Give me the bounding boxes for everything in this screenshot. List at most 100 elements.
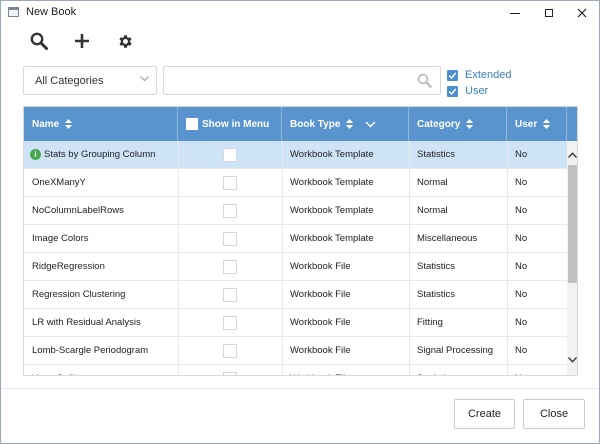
window-title: New Book	[26, 6, 77, 18]
show-in-menu-checkbox[interactable]	[223, 371, 237, 375]
cell-book-type: Workbook File	[290, 345, 351, 356]
column-header-label: Name	[32, 118, 60, 130]
cell-user: No	[515, 289, 528, 300]
show-in-menu-checkbox[interactable]	[223, 287, 237, 302]
close-window-button[interactable]	[567, 1, 597, 25]
minimize-button[interactable]	[500, 1, 530, 25]
title-bar: New Book	[1, 1, 599, 25]
extended-label: Extended	[465, 69, 512, 81]
column-header-book-type[interactable]: Book Type	[282, 107, 409, 141]
cell-category: Statistics	[409, 365, 507, 375]
cell-name-text: Stats by Grouping Column	[44, 149, 156, 160]
scroll-down-arrow-icon[interactable]	[567, 354, 577, 366]
table-row[interactable]: LR with Residual Analysis Workbook File Fi…	[24, 309, 567, 337]
maximize-button[interactable]	[534, 1, 564, 25]
cell-user: No	[515, 345, 528, 356]
cell-show-in-menu	[178, 309, 282, 336]
select-all-checkbox[interactable]	[186, 118, 198, 130]
cell-category: Miscellaneous	[417, 233, 478, 244]
checkbox-checked-icon	[447, 69, 458, 81]
column-header-label: User	[515, 118, 538, 130]
cell-name-text: Image Colors	[32, 233, 89, 244]
cell-category: Statistics	[417, 289, 456, 300]
cell-book-type: Workbook File	[290, 317, 351, 328]
cell-user: No	[515, 149, 528, 160]
cell-category: Normal	[417, 177, 448, 188]
cell-show-in-menu	[178, 197, 282, 224]
cell-name: Lomb-Scargle Periodogram	[24, 337, 178, 364]
cell-category: Signal Processing	[417, 345, 494, 356]
column-header-name[interactable]: Name	[24, 107, 178, 141]
sort-icon	[346, 119, 354, 129]
category-select-value: All Categories	[35, 75, 104, 87]
footer-divider	[1, 388, 599, 389]
vertical-scrollbar[interactable]	[567, 141, 577, 375]
book-table: Name Show in Menu Book Type Category Use…	[23, 106, 578, 376]
cell-name-text: RidgeRegression	[32, 261, 105, 272]
cell-name-text: OneXManyY	[32, 177, 86, 188]
show-in-menu-checkbox[interactable]	[223, 259, 237, 274]
info-icon[interactable]: i	[30, 149, 41, 160]
chevron-down-icon	[140, 76, 149, 82]
cell-name-text: Venn Collins	[32, 373, 85, 375]
cell-name: Image Colors	[24, 225, 178, 252]
column-header-label: Show in Menu	[202, 118, 270, 130]
user-checkbox[interactable]: User	[447, 84, 488, 98]
column-header-show-in-menu[interactable]: Show in Menu	[178, 107, 282, 141]
cell-user: No	[515, 177, 528, 188]
table-row[interactable]: Venn Collins Workbook FileStatisticsNo	[24, 365, 567, 375]
sort-icon	[65, 119, 73, 129]
table-row[interactable]: RidgeRegression Workbook File Statistics No	[24, 253, 567, 281]
search-input[interactable]	[170, 71, 414, 92]
scroll-up-arrow-icon[interactable]	[567, 149, 577, 161]
minimize-icon	[510, 12, 520, 14]
cell-name: RidgeRegression	[24, 253, 178, 280]
add-button[interactable]	[71, 30, 93, 52]
table-row[interactable]: i Stats by Grouping Column Workbook Templa…	[24, 141, 567, 169]
table-row[interactable]: Lomb-Scargle Periodogram Workbook File Sig…	[24, 337, 567, 365]
show-in-menu-checkbox[interactable]	[223, 175, 237, 190]
cell-book-type: Workbook File	[290, 261, 351, 272]
scrollbar-thumb[interactable]	[568, 165, 577, 283]
sort-icon	[466, 119, 474, 129]
table-row[interactable]: NoColumnLabelRows Workbook Template Normal…	[24, 197, 567, 225]
cell-show-in-menu	[178, 253, 282, 280]
table-row[interactable]: OneXManyY Workbook Template Normal No	[24, 169, 567, 197]
column-header-user[interactable]: User	[507, 107, 567, 141]
show-in-menu-checkbox[interactable]	[223, 147, 237, 162]
cell-book-type: Workbook Template	[290, 233, 374, 244]
show-in-menu-checkbox[interactable]	[223, 203, 237, 218]
column-header-label: Book Type	[290, 118, 341, 130]
close-icon	[577, 8, 587, 18]
close-button[interactable]: Close	[523, 399, 585, 429]
table-row[interactable]: Regression Clustering Workbook File Statis…	[24, 281, 567, 309]
cell-book-type: Workbook Template	[290, 177, 374, 188]
cell-name: Venn Collins	[24, 365, 178, 375]
cell-user: No	[515, 317, 528, 328]
show-in-menu-checkbox[interactable]	[223, 343, 237, 358]
show-in-menu-checkbox[interactable]	[223, 315, 237, 330]
cell-name: Regression Clustering	[24, 281, 178, 308]
search-field[interactable]	[163, 66, 441, 95]
settings-button[interactable]	[114, 30, 136, 52]
cell-book-type: Workbook File	[282, 365, 409, 375]
filter-chevron-icon[interactable]	[365, 121, 376, 128]
column-header-category[interactable]: Category	[409, 107, 507, 141]
extended-checkbox[interactable]: Extended	[447, 68, 511, 82]
table-header: Name Show in Menu Book Type Category Use…	[24, 107, 577, 141]
table-row[interactable]: Image Colors Workbook Template Miscellaneo…	[24, 225, 567, 253]
cell-name-text: LR with Residual Analysis	[32, 317, 141, 328]
maximize-icon	[545, 9, 553, 17]
category-select[interactable]: All Categories	[23, 66, 157, 95]
create-button[interactable]: Create	[454, 399, 515, 429]
search-button[interactable]	[28, 30, 50, 52]
plus-icon	[75, 34, 89, 48]
cell-user: No	[515, 261, 528, 272]
show-in-menu-checkbox[interactable]	[223, 231, 237, 246]
cell-show-in-menu	[178, 225, 282, 252]
cell-name: LR with Residual Analysis	[24, 309, 178, 336]
cell-show-in-menu	[178, 281, 282, 308]
cell-book-type: Workbook File	[290, 289, 351, 300]
cell-category: Normal	[417, 205, 448, 216]
cell-book-type: Workbook Template	[290, 149, 374, 160]
